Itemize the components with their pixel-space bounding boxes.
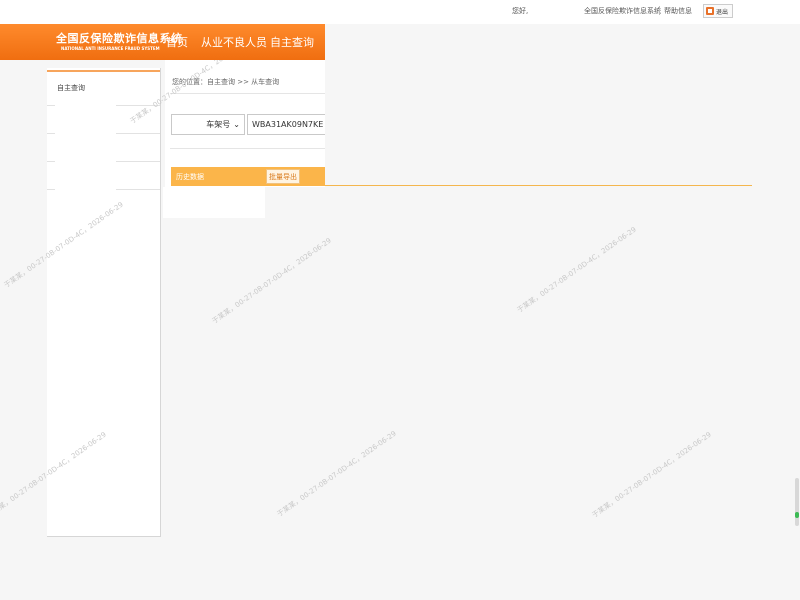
divider xyxy=(659,6,660,15)
logo-subtitle: NATIONAL ANTI INSURANCE FRAUD SYSTEM xyxy=(61,46,160,51)
results-panel xyxy=(163,187,265,218)
main-header: 全国反保险欺诈信息系统 NATIONAL ANTI INSURANCE FRAU… xyxy=(0,22,325,60)
logo-title: 全国反保险欺诈信息系统 xyxy=(56,32,183,45)
divider xyxy=(170,148,325,149)
logout-button[interactable]: 退出 xyxy=(703,4,734,18)
vin-input[interactable]: WBA31AK09N7KE xyxy=(247,114,325,135)
system-link[interactable]: 全国反保险欺诈信息系统 xyxy=(584,6,661,16)
watermark: 于某某，00-27-0B-07-0D-4C，2026-06-29 xyxy=(590,430,713,520)
sidebar-overlay-panel xyxy=(55,105,116,218)
batch-export-button[interactable]: 批量导出 xyxy=(266,169,300,184)
nav-self-query[interactable]: 自主查询 xyxy=(270,34,314,50)
nav-bad-practitioners[interactable]: 从业不良人员 xyxy=(201,34,267,50)
sidebar-accent xyxy=(47,70,160,72)
search-type-value: 车架号 xyxy=(206,120,231,129)
divider xyxy=(170,93,325,94)
scrollbar[interactable] xyxy=(795,478,799,526)
divider xyxy=(325,185,752,186)
watermark: 于某某，00-27-0B-07-0D-4C，2026-06-29 xyxy=(515,225,638,315)
user-greeting: 您好, xyxy=(512,7,529,15)
breadcrumb: 您的位置：自主查询 >> 从车查询 xyxy=(172,78,280,86)
watermark: 于某某，00-27-0B-07-0D-4C，2026-06-29 xyxy=(210,236,333,326)
logout-icon xyxy=(706,7,714,15)
search-type-select[interactable]: 车架号 ⌄ xyxy=(171,114,245,135)
sidebar-title: 自主查询 xyxy=(57,84,85,92)
chevron-down-icon: ⌄ xyxy=(233,120,240,129)
help-link[interactable]: 帮助信息 xyxy=(664,6,692,16)
nav-home[interactable]: 首页 xyxy=(166,34,188,50)
top-utility-bar: 您好, 全国反保险欺诈信息系统 帮助信息 退出 xyxy=(0,0,800,24)
watermark: 于某某，00-27-0B-07-0D-4C，2026-06-29 xyxy=(275,429,398,519)
logout-label: 退出 xyxy=(716,8,729,16)
scrollbar-thumb[interactable] xyxy=(795,512,799,518)
history-label: 历史数据 xyxy=(176,173,204,181)
